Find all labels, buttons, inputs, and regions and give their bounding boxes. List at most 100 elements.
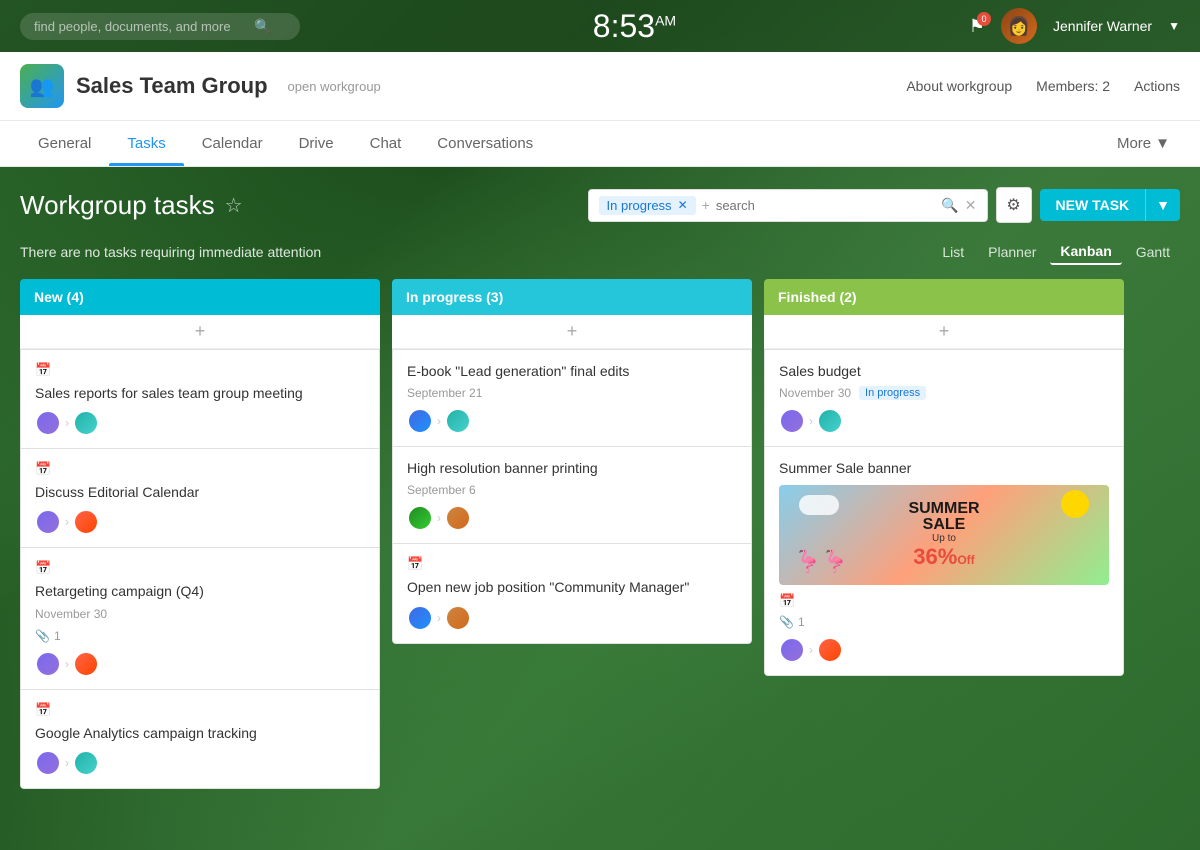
task-avatars: › — [35, 509, 365, 535]
arrow-icon: › — [437, 511, 441, 525]
tabs: General Tasks Calendar Drive Chat Conver… — [0, 121, 1200, 167]
task-avatars: › — [35, 651, 365, 677]
tab-drive[interactable]: Drive — [281, 121, 352, 166]
star-icon[interactable]: ☆ — [225, 193, 243, 218]
task-card[interactable]: 📅 Retargeting campaign (Q4) November 30 … — [20, 548, 380, 689]
arrow-icon: › — [65, 756, 69, 770]
filter-icons: 🔍 ✕ — [941, 197, 976, 214]
task-date: November 30 — [779, 386, 851, 400]
avatar — [407, 408, 433, 434]
new-task-dropdown-icon[interactable]: ▼ — [1145, 189, 1180, 221]
main-content: Workgroup tasks ☆ In progress ✕ + 🔍 ✕ ⚙ — [0, 167, 1200, 799]
avatar — [779, 637, 805, 663]
arrow-icon: › — [437, 414, 441, 428]
arrow-icon: › — [65, 515, 69, 529]
workgroup-header: 👥 Sales Team Group open workgroup About … — [0, 52, 1200, 121]
avatar — [35, 410, 61, 436]
filter-search-input[interactable] — [716, 198, 942, 213]
tab-general[interactable]: General — [20, 121, 109, 166]
tab-chat[interactable]: Chat — [352, 121, 420, 166]
tab-calendar[interactable]: Calendar — [184, 121, 281, 166]
col-add-new[interactable]: + — [20, 315, 380, 349]
task-title: Sales budget — [779, 362, 1109, 380]
avatar[interactable]: 👩 — [1001, 8, 1037, 44]
arrow-icon: › — [809, 414, 813, 428]
filter-search-icon[interactable]: 🔍 — [941, 197, 958, 214]
filter-tag-remove[interactable]: ✕ — [678, 198, 688, 212]
user-name[interactable]: Jennifer Warner — [1053, 18, 1152, 34]
arrow-icon: › — [65, 416, 69, 430]
avatar — [35, 750, 61, 776]
task-meta: 📅 — [35, 362, 365, 378]
task-attachments: 📎 1 — [35, 629, 365, 643]
task-card[interactable]: Summer Sale banner 🦩🦩 SUMMER SALE Up to … — [764, 447, 1124, 676]
task-card[interactable]: Sales budget November 30 In progress › — [764, 349, 1124, 447]
task-meta: 📅 — [779, 593, 1109, 609]
view-gantt[interactable]: Gantt — [1126, 240, 1180, 264]
clock: 8:53AM — [593, 10, 676, 42]
avatar — [73, 410, 99, 436]
new-task-button[interactable]: NEW TASK ▼ — [1040, 189, 1180, 221]
kanban-col-new: New (4) + 📅 Sales reports for sales team… — [20, 279, 380, 789]
topbar-right: ⚑ 0 👩 Jennifer Warner ▼ — [969, 8, 1180, 44]
avatar — [445, 605, 471, 631]
view-options: List Planner Kanban Gantt — [932, 239, 1180, 265]
filter-close-icon[interactable]: ✕ — [965, 197, 977, 214]
avatar — [35, 509, 61, 535]
calendar-icon: 📅 — [35, 362, 51, 378]
workgroup-subtitle: open workgroup — [288, 79, 381, 94]
task-card[interactable]: High resolution banner printing Septembe… — [392, 447, 752, 544]
summer-sale-banner-image: 🦩🦩 SUMMER SALE Up to 36%Off — [779, 485, 1109, 585]
search-bar[interactable]: 🔍 — [20, 13, 300, 40]
view-planner[interactable]: Planner — [978, 240, 1046, 264]
flamingo-decoration: 🦩🦩 — [794, 549, 849, 575]
task-title: Discuss Editorial Calendar — [35, 483, 365, 501]
search-input[interactable] — [34, 19, 254, 34]
task-card[interactable]: E-book "Lead generation" final edits Sep… — [392, 349, 752, 447]
col-cards-new: 📅 Sales reports for sales team group mee… — [20, 349, 380, 789]
card-area: 👥 Sales Team Group open workgroup About … — [0, 52, 1200, 167]
task-card[interactable]: 📅 Discuss Editorial Calendar › — [20, 449, 380, 548]
tasks-title-area: Workgroup tasks ☆ — [20, 190, 243, 221]
col-add-progress[interactable]: + — [392, 315, 752, 349]
avatar — [73, 651, 99, 677]
flag-icon[interactable]: ⚑ 0 — [969, 16, 985, 37]
filter-tag-in-progress: In progress ✕ — [599, 196, 696, 215]
task-avatars: › — [407, 605, 737, 631]
view-kanban[interactable]: Kanban — [1050, 239, 1121, 265]
col-header-progress: In progress (3) — [392, 279, 752, 315]
task-card[interactable]: 📅 Sales reports for sales team group mee… — [20, 349, 380, 449]
tab-tasks[interactable]: Tasks — [109, 121, 183, 166]
about-workgroup-link[interactable]: About workgroup — [906, 78, 1012, 94]
workgroup-avatar: 👥 — [20, 64, 64, 108]
members-link[interactable]: Members: 2 — [1036, 78, 1110, 94]
tab-more[interactable]: More ▼ — [1107, 121, 1180, 166]
calendar-icon: 📅 — [35, 702, 51, 718]
actions-link[interactable]: Actions — [1134, 78, 1180, 94]
view-list[interactable]: List — [932, 240, 974, 264]
task-title: Summer Sale banner — [779, 459, 1109, 477]
task-avatars: › — [407, 408, 737, 434]
summer-sale-text: SUMMER SALE Up to 36%Off — [908, 501, 979, 570]
task-avatars: › — [779, 637, 1109, 663]
col-add-finished[interactable]: + — [764, 315, 1124, 349]
task-card[interactable]: 📅 Open new job position "Community Manag… — [392, 544, 752, 643]
search-icon: 🔍 — [254, 18, 271, 35]
topbar: 🔍 8:53AM ⚑ 0 👩 Jennifer Warner ▼ — [0, 0, 1200, 52]
kanban-col-progress: In progress (3) + E-book "Lead generatio… — [392, 279, 752, 789]
status-badge: In progress — [859, 386, 926, 400]
user-dropdown-icon[interactable]: ▼ — [1168, 19, 1180, 33]
attention-bar: There are no tasks requiring immediate a… — [20, 239, 1180, 265]
arrow-icon: › — [809, 643, 813, 657]
settings-button[interactable]: ⚙ — [996, 187, 1032, 223]
col-label-new: New (4) — [34, 289, 84, 305]
task-card[interactable]: 📅 Google Analytics campaign tracking › — [20, 690, 380, 789]
page-title: Workgroup tasks — [20, 190, 215, 221]
avatar — [779, 408, 805, 434]
tab-conversations[interactable]: Conversations — [419, 121, 551, 166]
task-avatars: › — [407, 505, 737, 531]
paperclip-icon: 📎 — [35, 629, 50, 643]
flag-badge: 0 — [977, 12, 991, 26]
calendar-icon: 📅 — [35, 560, 51, 576]
task-attachments: 📎 1 — [779, 615, 1109, 629]
